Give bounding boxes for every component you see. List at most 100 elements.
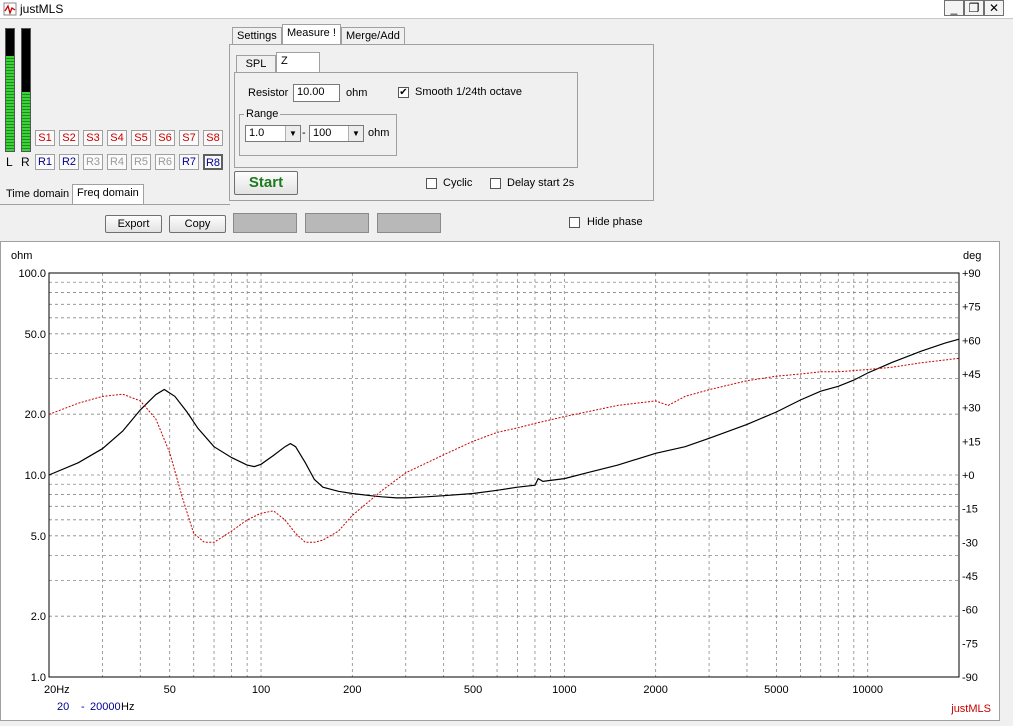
range-unit: ohm [368,127,390,139]
info-box-3 [377,213,441,233]
tab-z[interactable]: Z [276,52,320,73]
hide-phase-checkbox[interactable] [569,217,580,228]
info-box-2 [305,213,369,233]
ref-button-r6[interactable]: R6 [155,154,175,170]
tab-spl[interactable]: SPL [236,55,276,73]
sweep-button-s2[interactable]: S2 [59,130,79,146]
copy-button[interactable]: Copy [169,215,226,233]
maximize-button[interactable]: ❐ [964,0,984,16]
sweep-button-s4[interactable]: S4 [107,130,127,146]
brand-label: justMLS [950,703,991,715]
phase-tick-label: -75 [962,638,978,650]
sweep-button-s8[interactable]: S8 [203,130,223,146]
phase-tick-label: +75 [962,302,981,314]
freq-range-dash: - [81,701,85,713]
x-tick-label: 2000 [643,684,667,696]
phase-tick-label: +45 [962,369,981,381]
phase-tick-label: -60 [962,605,978,617]
left-axis-unit: ohm [11,250,32,262]
y-tick-label: 50.0 [25,329,46,341]
hide-phase-label: Hide phase [587,216,643,228]
resistor-unit: ohm [346,87,368,99]
ref-button-r4[interactable]: R4 [107,154,127,170]
x-tick-label: 500 [464,684,482,696]
impedance-curve [48,338,960,499]
sweep-button-s6[interactable]: S6 [155,130,175,146]
resistor-label: Resistor [248,87,289,99]
x-tick-label: 200 [343,684,361,696]
tab-settings[interactable]: Settings [232,27,282,45]
start-button[interactable]: Start [234,171,298,195]
sweep-button-s5[interactable]: S5 [131,130,151,146]
close-button[interactable]: ✕ [984,0,1004,16]
window-title: justMLS [20,2,64,16]
ref-button-r8[interactable]: R8 [203,154,223,170]
y-tick-label: 100.0 [18,268,46,280]
delay-label: Delay start 2s [507,177,575,189]
phase-tick-label: -90 [962,672,978,684]
phase-tick-label: -15 [962,504,978,516]
y-tick-label: 20.0 [25,409,46,421]
range-min-value: 1.0 [249,127,265,139]
right-axis-unit: deg [963,250,981,262]
ref-button-r7[interactable]: R7 [179,154,199,170]
export-button[interactable]: Export [105,215,162,233]
info-box-1 [233,213,297,233]
y-tick-label: 10.0 [25,470,46,482]
range-max-select[interactable]: 100 ▼ [309,125,364,142]
smooth-label: Smooth 1/24th octave [415,86,523,98]
tab-merge-add[interactable]: Merge/Add [341,27,405,45]
range-label: Range [244,108,281,120]
chevron-down-icon: ▼ [348,126,363,141]
phase-curve [48,357,960,543]
phase-tick-label: +60 [962,335,981,347]
x-tick-label: 100 [252,684,270,696]
freq-range-to: 20000 [90,701,121,713]
resistor-input[interactable]: 10.00 [293,84,340,102]
range-min-select[interactable]: 1.0 ▼ [245,125,301,142]
sweep-button-s3[interactable]: S3 [83,130,103,146]
delay-checkbox[interactable] [490,178,501,189]
chevron-down-icon: ▼ [285,126,300,141]
ref-button-r1[interactable]: R1 [35,154,55,170]
plot-frame [48,272,960,678]
cyclic-checkbox[interactable] [426,178,437,189]
y-tick-label: 1.0 [31,672,46,684]
ref-button-r3[interactable]: R3 [83,154,103,170]
phase-tick-label: -30 [962,537,978,549]
left-level-fill [6,55,14,151]
range-max-value: 100 [313,127,332,139]
x-tick-label: 50 [164,684,176,696]
x-tick-label: 1000 [552,684,576,696]
ref-button-r2[interactable]: R2 [59,154,79,170]
app-icon [3,2,17,16]
impedance-chart[interactable]: ohm deg 100.0 50.0 20.0 10.0 5.0 2.0 1.0 +90 +75 +6… [1,242,999,720]
freq-range-from: 20 [57,701,69,713]
tab-time-domain[interactable]: Time domain [2,186,73,204]
sweep-button-s1[interactable]: S1 [35,130,55,146]
smooth-checkbox[interactable]: ✔ [398,87,409,98]
phase-tick-label: +0 [962,470,975,482]
y-tick-label: 5.0 [31,531,46,543]
sweep-button-s7[interactable]: S7 [179,130,199,146]
tab-measure[interactable]: Measure ! [282,24,341,45]
x-tick-label: 10000 [852,684,883,696]
phase-tick-label: -45 [962,571,978,583]
plot-panel: ohm deg 100.0 50.0 20.0 10.0 5.0 2.0 1.0 +90 +75 +6… [0,241,1000,721]
x-tick-label: 5000 [764,684,788,696]
tab-freq-domain[interactable]: Freq domain [72,184,144,205]
view-tabs-divider [0,204,230,205]
ref-button-r5[interactable]: R5 [131,154,151,170]
phase-tick-label: +90 [962,268,981,280]
left-level-meter [5,28,15,152]
right-level-meter [21,28,31,152]
title-bar [0,0,1013,19]
phase-tick-label: +30 [962,403,981,415]
x-tick-label: 20Hz [44,684,70,696]
left-channel-label: L [6,155,13,169]
phase-tick-label: +15 [962,436,981,448]
right-level-fill [22,92,30,151]
range-dash: - [302,127,306,139]
y-tick-label: 2.0 [31,611,46,623]
minimize-button[interactable]: _ [944,0,964,16]
